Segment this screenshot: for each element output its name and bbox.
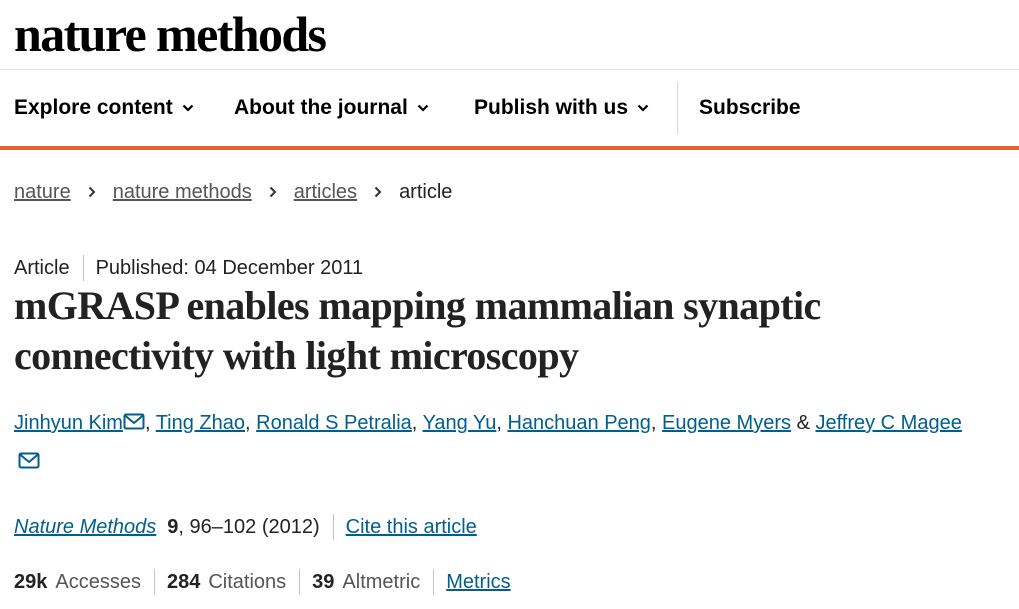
breadcrumb-articles[interactable]: articles <box>294 181 357 204</box>
author-separator: , <box>496 412 508 434</box>
cite-divider <box>332 514 334 540</box>
author-link[interactable]: Ronald S Petralia <box>256 412 412 434</box>
author-link[interactable]: Ting Zhao <box>156 412 245 434</box>
author-separator: , <box>245 412 257 434</box>
article-type: Article <box>14 256 70 279</box>
metrics-divider <box>153 569 155 595</box>
subscribe-label: Subscribe <box>699 96 801 119</box>
citation-line: Nature Methods 9 , 96–102 (2012) Cite th… <box>14 512 477 542</box>
nav-publish-with-us-label: Publish with us <box>474 96 629 119</box>
metrics-divider <box>299 569 301 595</box>
accesses-count: 29k <box>14 570 48 593</box>
nav-publish-with-us[interactable]: Publish with us <box>474 70 649 146</box>
journal-link[interactable]: Nature Methods <box>14 516 156 539</box>
article-metrics: 29k Accesses 284 Citations 39 Altmetric … <box>14 567 511 597</box>
article-title: mGRASP enables mapping mammalian synapti… <box>14 283 821 378</box>
author-link[interactable]: Hanchuan Peng <box>507 412 650 434</box>
citations-label: Citations <box>208 570 287 593</box>
citations-count: 284 <box>166 570 201 593</box>
chevron-down-icon <box>417 104 429 112</box>
breadcrumb-nature-methods[interactable]: nature methods <box>113 181 252 204</box>
main-nav: Explore content About the journal Publis… <box>0 70 1019 150</box>
accesses-label: Accesses <box>55 570 141 593</box>
author-link[interactable]: Eugene Myers <box>662 412 791 434</box>
cite-this-article-link[interactable]: Cite this article <box>346 516 477 539</box>
volume: 9 <box>167 515 179 538</box>
author-link[interactable]: Jinhyun Kim <box>14 412 123 434</box>
meta-divider <box>82 255 84 281</box>
breadcrumb-nature[interactable]: nature <box>14 181 71 204</box>
subscribe-link[interactable]: Subscribe <box>699 70 801 146</box>
chevron-down-icon <box>637 104 649 112</box>
altmetric-score: 39 <box>312 570 335 593</box>
author-link[interactable]: Yang Yu <box>423 412 497 434</box>
altmetric-label: Altmetric <box>342 570 421 593</box>
author-separator: , <box>411 412 423 434</box>
corresponding-author-email <box>18 452 40 473</box>
author-separator: , <box>650 412 663 434</box>
author-link[interactable]: Jeffrey C Magee <box>815 412 961 434</box>
chevron-right-icon <box>88 186 96 198</box>
email-icon[interactable] <box>18 452 40 469</box>
journal-logo[interactable]: nature methods <box>14 4 327 64</box>
nav-explore-content[interactable]: Explore content <box>14 70 194 146</box>
email-icon[interactable] <box>123 413 145 430</box>
nav-about-journal-label: About the journal <box>234 96 408 119</box>
article-meta: Article Published: 04 December 2011 <box>14 255 363 281</box>
published-date: Published: 04 December 2011 <box>95 256 364 279</box>
metrics-link[interactable]: Metrics <box>446 571 510 594</box>
chevron-down-icon <box>182 104 193 112</box>
author-separator: , <box>144 412 156 434</box>
breadcrumb-current: article <box>399 180 453 203</box>
chevron-right-icon <box>374 186 382 198</box>
pages-year: , 96–102 (2012) <box>178 515 320 538</box>
metrics-divider <box>433 569 435 595</box>
nav-divider <box>677 82 678 134</box>
nav-about-journal[interactable]: About the journal <box>234 70 429 146</box>
breadcrumb: nature nature methods articles article <box>14 178 452 206</box>
author-separator: & <box>791 412 816 434</box>
author-list: Jinhyun Kim, Ting Zhao, Ronald S Petrali… <box>14 407 1014 439</box>
chevron-right-icon <box>269 186 277 198</box>
nav-explore-content-label: Explore content <box>14 96 173 119</box>
